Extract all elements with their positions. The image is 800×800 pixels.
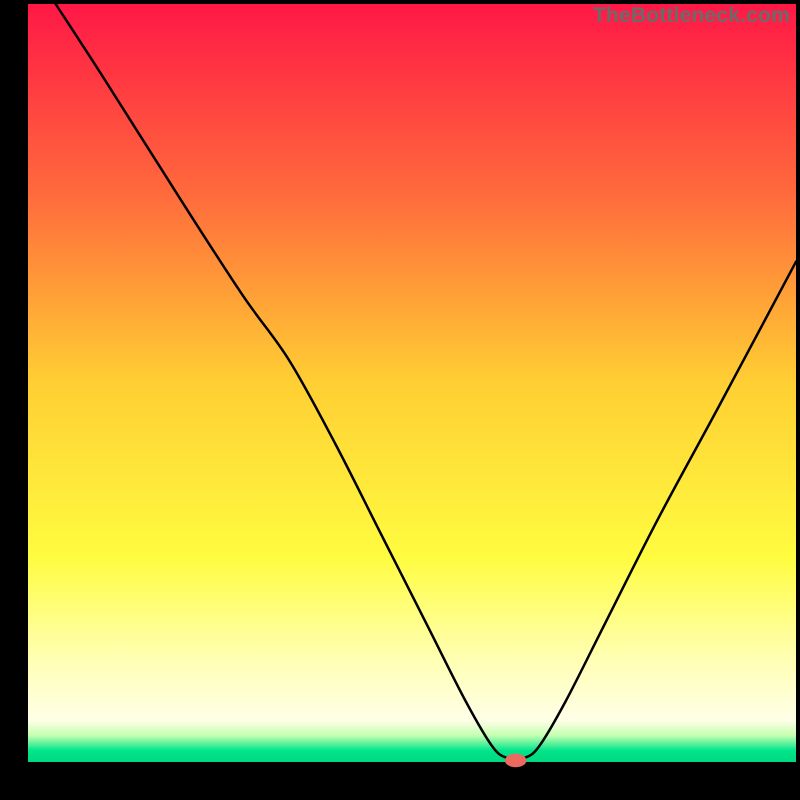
attribution-text: TheBottleneck.com	[593, 4, 790, 28]
optimal-marker	[505, 754, 527, 768]
plot-area	[28, 4, 796, 762]
chart-svg	[0, 0, 800, 800]
bottleneck-chart: TheBottleneck.com	[0, 0, 800, 800]
